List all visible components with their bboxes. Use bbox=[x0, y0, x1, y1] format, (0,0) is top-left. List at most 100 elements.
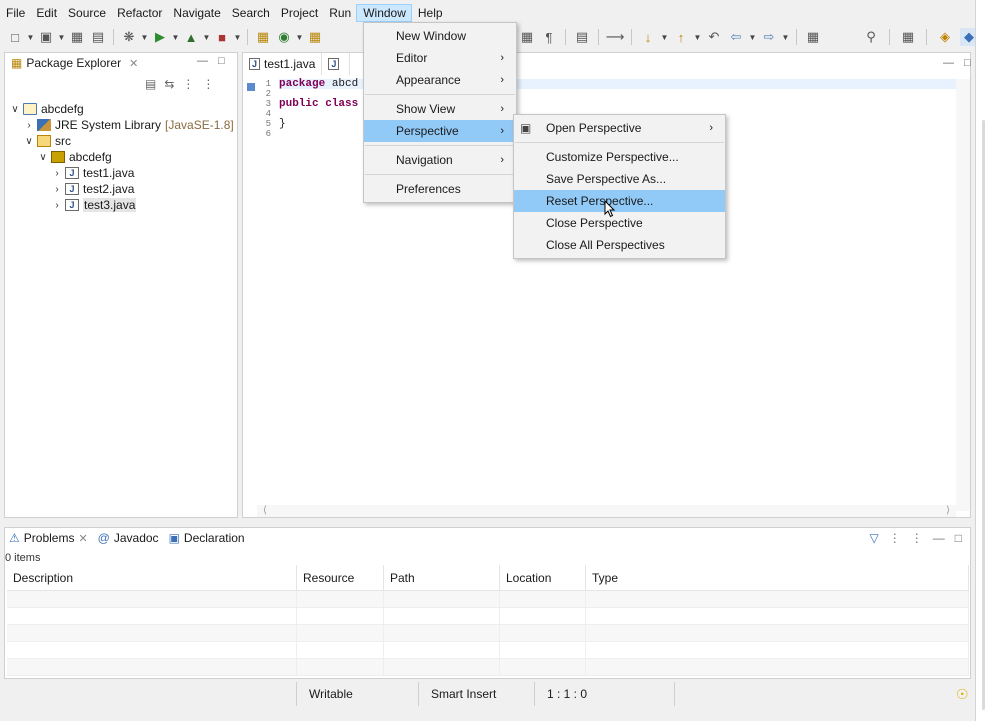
editor-horizontal-scrollbar[interactable]: ⟨ ⟩ bbox=[257, 505, 956, 517]
scroll-left-icon[interactable]: ⟨ bbox=[263, 505, 267, 517]
open-type-icon[interactable]: ▦ bbox=[306, 28, 324, 46]
minimize-icon[interactable]: — bbox=[197, 55, 208, 67]
tree-item[interactable]: ∨ abcdefg bbox=[5, 149, 237, 165]
menu-navigate[interactable]: Navigate bbox=[167, 4, 225, 22]
collapse-all-icon[interactable]: ▤ bbox=[145, 77, 156, 91]
view-menu-icon[interactable]: ⋮ bbox=[911, 531, 923, 545]
forward-icon[interactable]: ⇨ bbox=[760, 28, 778, 46]
back-icon[interactable]: ⇦ bbox=[727, 28, 745, 46]
new-wizard-dropdown-icon[interactable]: ▼ bbox=[58, 28, 66, 46]
expand-icon[interactable]: › bbox=[51, 168, 63, 179]
menu-run[interactable]: Run bbox=[323, 4, 356, 22]
tab-declaration[interactable]: ▣ Declaration bbox=[169, 531, 245, 545]
menu-file[interactable]: File bbox=[0, 4, 30, 22]
collapse-icon[interactable]: ∨ bbox=[9, 104, 21, 115]
menu-item-perspective[interactable]: Perspective › bbox=[364, 120, 516, 142]
minimize-icon[interactable]: — bbox=[933, 531, 945, 545]
package-explorer-tab[interactable]: ▦ Package Explorer ✕ bbox=[5, 53, 144, 73]
column-header[interactable]: Path bbox=[384, 565, 500, 590]
close-icon[interactable]: ✕ bbox=[129, 57, 138, 70]
filters-icon[interactable]: ⋮ bbox=[182, 77, 194, 91]
back-dropdown-icon[interactable]: ▼ bbox=[749, 28, 757, 46]
menu-item-appearance[interactable]: Appearance › bbox=[364, 69, 516, 91]
column-header[interactable]: Location bbox=[500, 565, 586, 590]
menu-item-save-perspective-as[interactable]: Save Perspective As... bbox=[514, 168, 725, 190]
coverage-dropdown-icon[interactable]: ▼ bbox=[203, 28, 211, 46]
view-menu-icon[interactable]: ⋮ bbox=[202, 77, 214, 91]
next-annotation-dropdown-icon[interactable]: ▼ bbox=[661, 28, 669, 46]
menu-item-reset-perspective[interactable]: Reset Perspective... bbox=[514, 190, 725, 212]
tree-item[interactable]: ∨ src bbox=[5, 133, 237, 149]
link-with-editor-icon[interactable]: ⇆ bbox=[164, 77, 174, 91]
menu-item-show-view[interactable]: Show View › bbox=[364, 98, 516, 120]
minimize-icon[interactable]: — bbox=[943, 57, 954, 69]
new-package-icon[interactable]: ▦ bbox=[254, 28, 272, 46]
tip-of-the-day-icon[interactable]: ☉ bbox=[956, 686, 969, 703]
save-all-icon[interactable]: ▤ bbox=[89, 28, 107, 46]
external-tools-dropdown-icon[interactable]: ▼ bbox=[234, 28, 242, 46]
previous-annotation-dropdown-icon[interactable]: ▼ bbox=[694, 28, 702, 46]
open-perspective-icon[interactable]: ▦ bbox=[899, 28, 917, 46]
tree-item[interactable]: › Jtest1.java bbox=[5, 165, 237, 181]
coverage-icon[interactable]: ▲ bbox=[182, 28, 200, 46]
previous-annotation-icon[interactable]: ↑ bbox=[672, 28, 690, 46]
tree-item[interactable]: ∨ abcdefg bbox=[5, 101, 237, 117]
menu-search[interactable]: Search bbox=[226, 4, 275, 22]
run-icon[interactable]: ▶ bbox=[151, 28, 169, 46]
run-dropdown-icon[interactable]: ▼ bbox=[172, 28, 180, 46]
menu-refactor[interactable]: Refactor bbox=[111, 4, 167, 22]
new-dropdown-icon[interactable]: ▼ bbox=[27, 28, 35, 46]
focus-icon[interactable]: ⋮ bbox=[889, 531, 901, 545]
maximize-icon[interactable]: □ bbox=[964, 57, 971, 69]
collapse-icon[interactable]: ∨ bbox=[37, 152, 49, 163]
expand-icon[interactable]: › bbox=[51, 200, 63, 211]
menu-item-customize-perspective[interactable]: Customize Perspective... bbox=[514, 146, 725, 168]
mark-occurrences-icon[interactable]: ⟶ bbox=[606, 28, 625, 46]
new-wizard-icon[interactable]: ▣ bbox=[37, 28, 55, 46]
menu-item-close-all-perspectives[interactable]: Close All Perspectives bbox=[514, 234, 725, 256]
expand-icon[interactable]: › bbox=[23, 120, 35, 131]
menu-item-navigation[interactable]: Navigation › bbox=[364, 149, 516, 171]
tab-javadoc[interactable]: @ Javadoc bbox=[98, 531, 159, 545]
menu-help[interactable]: Help bbox=[412, 4, 448, 22]
tree-item[interactable]: › Jtest3.java bbox=[5, 197, 237, 213]
external-tools-icon[interactable]: ■ bbox=[213, 28, 231, 46]
editor-tab[interactable]: J test1.java bbox=[243, 53, 323, 75]
page-scrollbar[interactable] bbox=[975, 0, 991, 721]
column-header[interactable]: Type bbox=[586, 565, 969, 590]
save-icon[interactable]: ▦ bbox=[68, 28, 86, 46]
new-icon[interactable]: □ bbox=[6, 28, 24, 46]
show-whitespace-icon[interactable]: ¶ bbox=[540, 28, 558, 46]
menu-item-close-perspective[interactable]: Close Perspective bbox=[514, 212, 725, 234]
tab-problems[interactable]: ⚠ Problems ✕ bbox=[9, 531, 88, 545]
menu-window[interactable]: Window bbox=[356, 4, 412, 22]
new-class-dropdown-icon[interactable]: ▼ bbox=[296, 28, 304, 46]
menu-project[interactable]: Project bbox=[275, 4, 323, 22]
menu-item-editor[interactable]: Editor › bbox=[364, 47, 516, 69]
toggle-block-icon[interactable]: ▦ bbox=[518, 28, 536, 46]
pin-editor-icon[interactable]: ▦ bbox=[804, 28, 822, 46]
expand-icon[interactable]: › bbox=[51, 184, 63, 195]
close-icon[interactable]: ✕ bbox=[78, 532, 87, 545]
menu-edit[interactable]: Edit bbox=[30, 4, 62, 22]
last-edit-location-icon[interactable]: ↶ bbox=[705, 28, 723, 46]
page-scrollbar-thumb[interactable] bbox=[982, 120, 985, 710]
filter-icon[interactable]: ▽ bbox=[870, 531, 879, 545]
debug-dropdown-icon[interactable]: ▼ bbox=[141, 28, 149, 46]
editor-vertical-scrollbar[interactable] bbox=[956, 79, 970, 511]
debug-icon[interactable]: ❋ bbox=[120, 28, 138, 46]
menu-item-new-window[interactable]: New Window bbox=[364, 25, 516, 47]
maximize-icon[interactable]: □ bbox=[218, 55, 225, 67]
editor-tab[interactable]: J bbox=[322, 53, 351, 75]
search-icon[interactable]: ⚲ bbox=[862, 28, 880, 46]
menu-item-open-perspective[interactable]: ▣ Open Perspective › bbox=[514, 117, 725, 139]
scroll-right-icon[interactable]: ⟩ bbox=[946, 505, 950, 517]
collapse-icon[interactable]: ∨ bbox=[23, 136, 35, 147]
column-header[interactable]: Description bbox=[7, 565, 297, 590]
maximize-icon[interactable]: □ bbox=[955, 531, 962, 545]
status-insert-mode[interactable]: Smart Insert bbox=[418, 682, 534, 706]
new-class-icon[interactable]: ◉ bbox=[275, 28, 293, 46]
forward-dropdown-icon[interactable]: ▼ bbox=[782, 28, 790, 46]
tree-item[interactable]: › Jtest2.java bbox=[5, 181, 237, 197]
menu-item-preferences[interactable]: Preferences bbox=[364, 178, 516, 200]
